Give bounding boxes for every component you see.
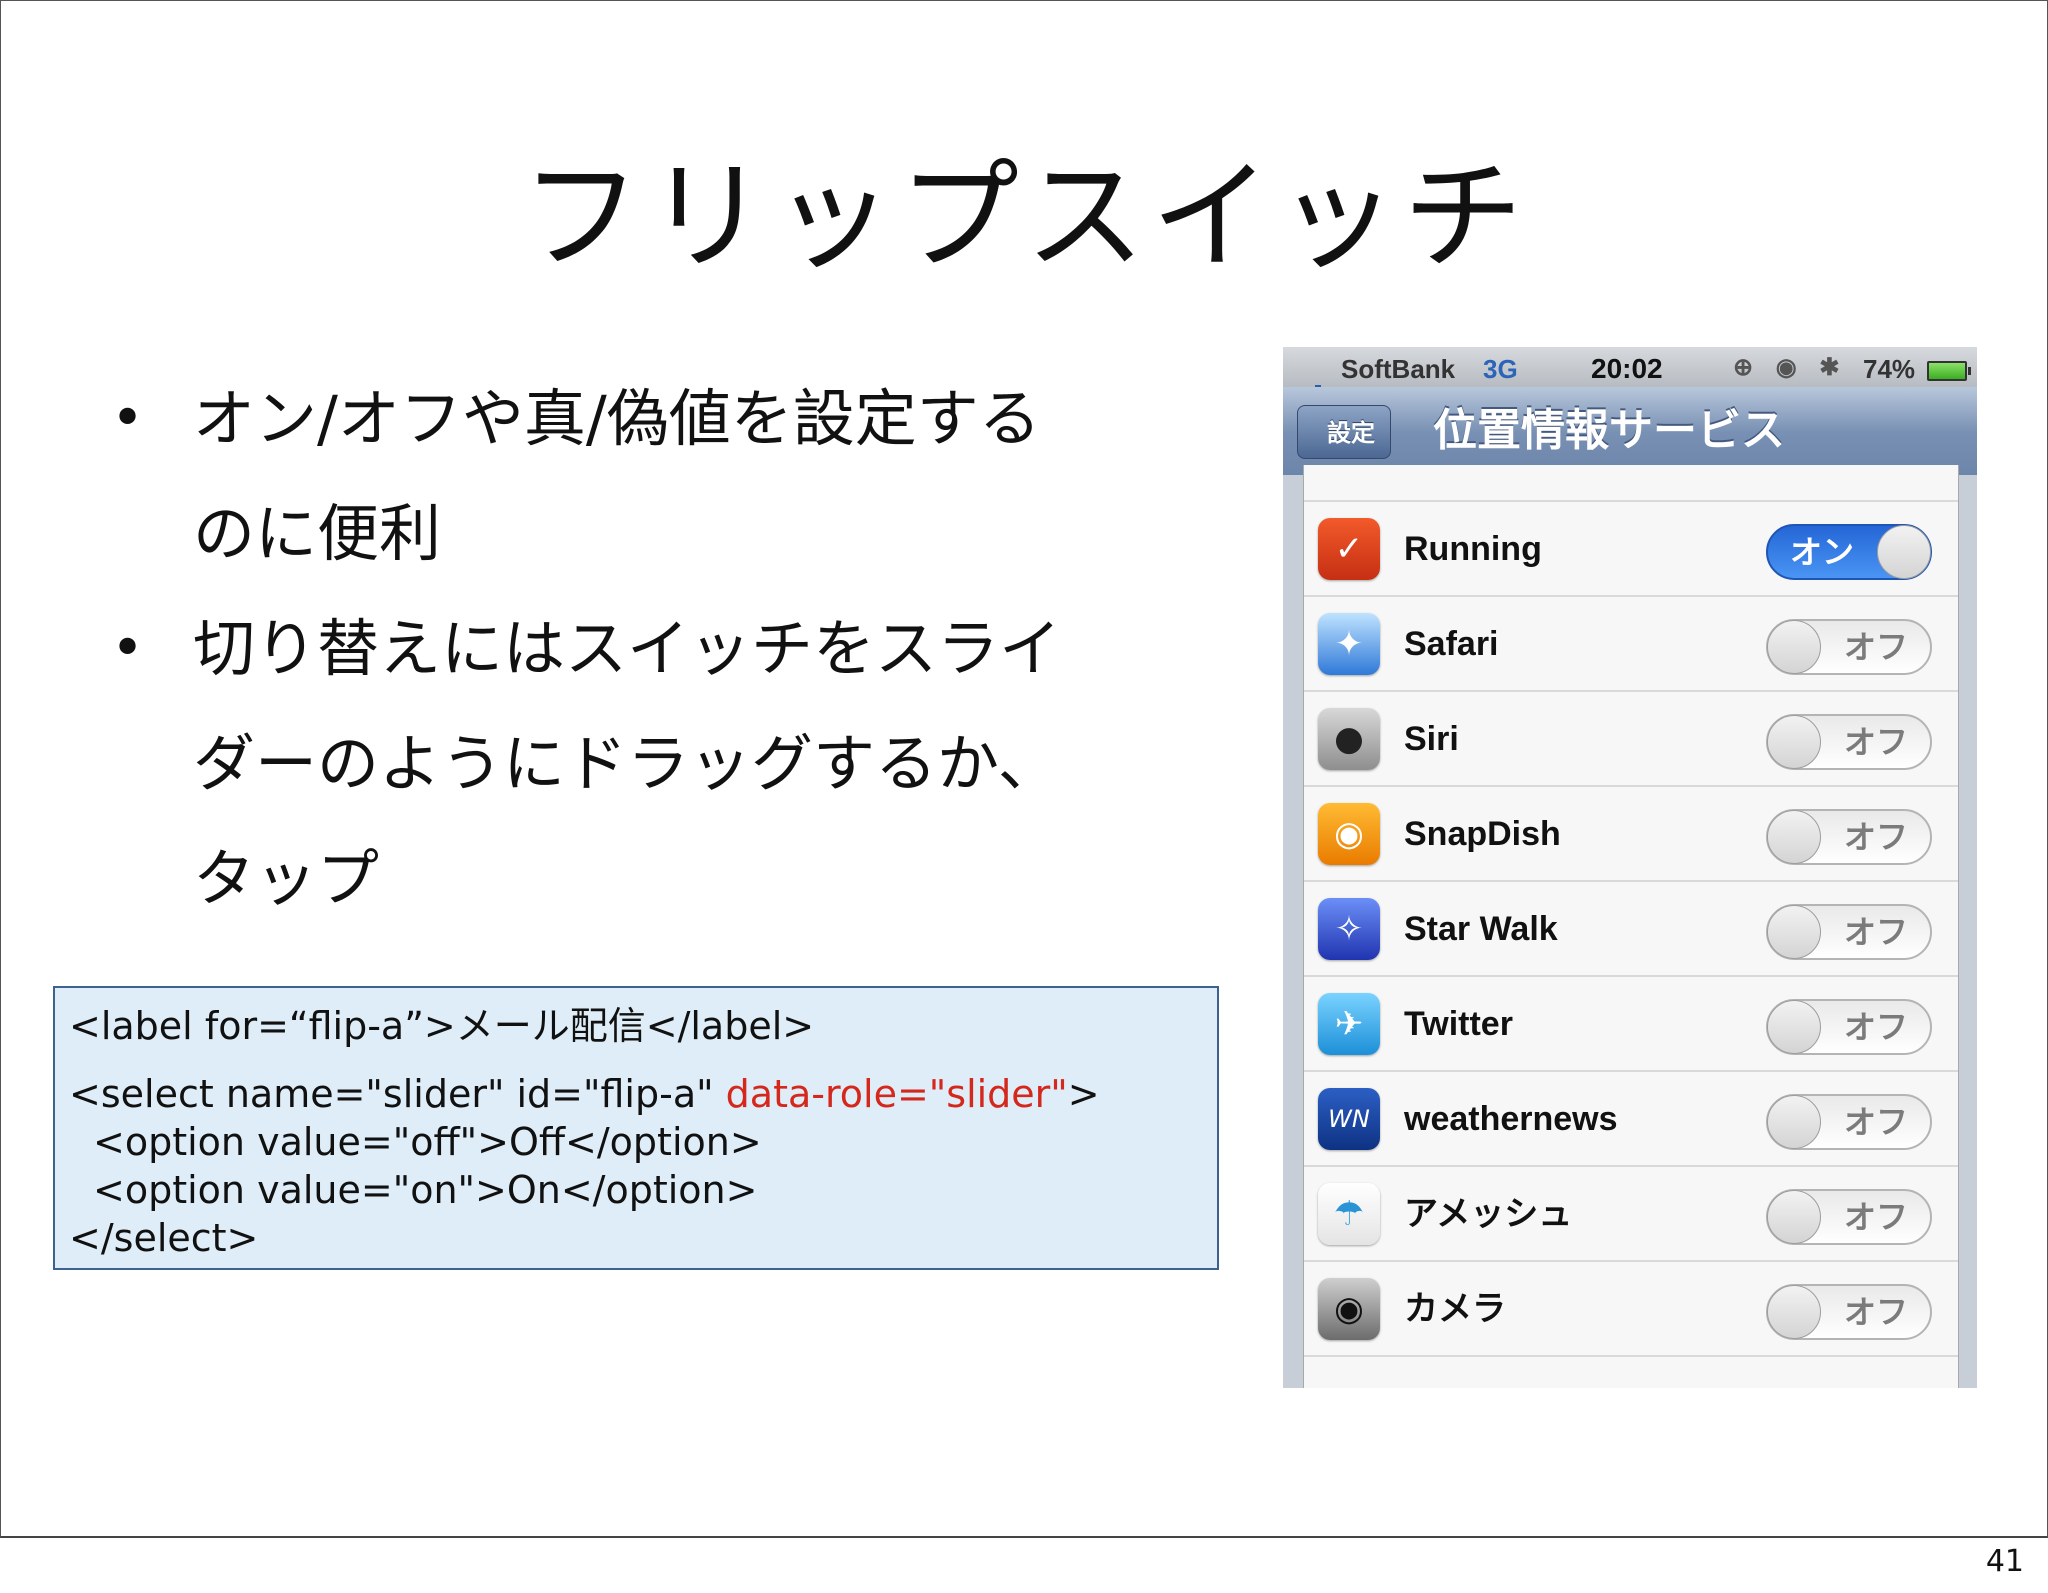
partial-row [1304,407,1958,502]
running-icon: ✓ [1318,518,1380,580]
siri-icon: ● [1318,708,1380,770]
network-type: 3G [1483,354,1518,384]
camera-icon: ◉ [1318,1278,1380,1340]
code-line-label: <label for=“flip-a”>メール配信</label> [69,1004,815,1048]
amesh-icon: ☂ [1318,1183,1380,1245]
bullet-text: のに便利 [193,497,442,570]
battery-percent: 74% [1863,354,1916,384]
list-item: ✧ Star Walk オフ [1304,882,1958,977]
code-line-select: <select name="slider" id="flip-a" data-r… [69,1072,1100,1116]
list-item: ◉ SnapDish オフ [1304,787,1958,882]
switch-knob [1767,1000,1821,1054]
toggle-switch[interactable]: オン [1766,524,1932,580]
snapdish-icon: ◉ [1318,803,1380,865]
list-item: WN weathernews オフ [1304,1072,1958,1167]
list-item: ● Siri オフ [1304,692,1958,787]
settings-list-area: ✓ Running オン ✦ Safari オフ ● Siri オフ ◉ Sna… [1283,465,1977,1388]
list-item: ◉ カメラ オフ [1304,1262,1958,1357]
toggle-switch[interactable]: オフ [1766,1189,1932,1245]
list-item: ☂ アメッシュ オフ [1304,1167,1958,1262]
list-item-label: SnapDish [1404,815,1561,853]
safari-icon: ✦ [1318,613,1380,675]
toggle-switch[interactable]: オフ [1766,904,1932,960]
bullet-item: • 切り替えにはスイッチをスライ ダーのようにドラッグするか、 タップ [111,591,1191,936]
status-bar: SoftBank 3G 20:02 ⊕ ◉ ✱ 74% [1283,347,1977,400]
switch-knob [1767,810,1821,864]
bullet-dot: • [111,386,145,451]
list-item-label: Twitter [1404,1005,1513,1043]
slide: フリップスイッチ • オン/オフや真/偽値を設定する のに便利 • 切り替えには… [0,0,2048,1538]
toggle-switch[interactable]: オフ [1766,1284,1932,1340]
switch-knob [1767,620,1821,674]
page-number: 41 [1985,1544,2024,1579]
switch-knob [1767,715,1821,769]
toggle-switch[interactable]: オフ [1766,809,1932,865]
switch-knob [1767,1285,1821,1339]
bullet-dot: • [111,616,145,681]
bullet-text: タップ [193,842,380,915]
list-item-label: Star Walk [1404,910,1558,948]
list-item: ✓ Running オン [1304,502,1958,597]
status-icons: ⊕ ◉ ✱ [1733,354,1848,381]
settings-list: ✓ Running オン ✦ Safari オフ ● Siri オフ ◉ Sna… [1303,465,1959,1388]
toggle-switch[interactable]: オフ [1766,619,1932,675]
switch-knob [1767,1095,1821,1149]
clock: 20:02 [1591,353,1663,384]
bullet-text: オン/オフや真/偽値を設定する [193,382,1041,455]
carrier-name: SoftBank [1341,354,1456,384]
toggle-switch[interactable]: オフ [1766,1094,1932,1150]
switch-knob [1767,1190,1821,1244]
switch-knob [1767,905,1821,959]
toggle-switch[interactable]: オフ [1766,714,1932,770]
phone-screenshot: SoftBank 3G 20:02 ⊕ ◉ ✱ 74% 設定 位置情報サービス … [1283,347,1977,1388]
star-walk-icon: ✧ [1318,898,1380,960]
list-item-label: Safari [1404,625,1499,663]
code-line-option-off: <option value="off">Off</option> [93,1120,762,1164]
slide-title: フリップスイッチ [521,148,1529,287]
list-item-label: weathernews [1404,1100,1618,1138]
list-item-label: カメラ [1404,1290,1506,1328]
toggle-switch[interactable]: オフ [1766,999,1932,1055]
bullet-text: ダーのようにドラッグするか、 [193,727,1060,800]
switch-knob [1877,525,1931,579]
battery-icon [1927,361,1971,381]
list-item-label: Running [1404,530,1542,568]
list-item: ✈ Twitter オフ [1304,977,1958,1072]
twitter-icon: ✈ [1318,993,1380,1055]
bullet-text: 切り替えにはスイッチをスライ [193,612,1062,685]
code-line-option-on: <option value="on">On</option> [93,1168,758,1212]
list-item: ✦ Safari オフ [1304,597,1958,692]
bullet-item: • オン/オフや真/偽値を設定する のに便利 [111,361,1191,591]
list-item-label: アメッシュ [1404,1195,1573,1233]
code-highlight: data-role="slider" [725,1072,1068,1116]
bullet-list: • オン/オフや真/偽値を設定する のに便利 • 切り替えにはスイッチをスライ … [111,361,1191,936]
list-item-label: Siri [1404,720,1459,758]
weathernews-icon: WN [1318,1088,1380,1150]
code-sample: <label for=“flip-a”>メール配信</label> <selec… [53,986,1219,1270]
code-line-select-close: </select> [69,1216,259,1260]
